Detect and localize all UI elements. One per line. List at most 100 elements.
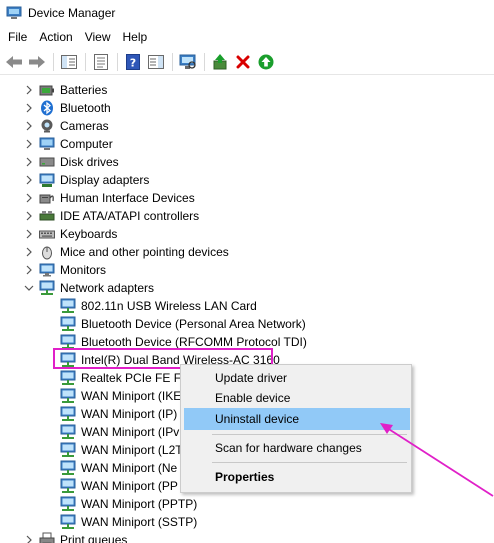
tree-item-label: WAN Miniport (IPv bbox=[81, 425, 180, 439]
title-bar: Device Manager bbox=[0, 0, 494, 25]
tree-device-wan-miniport-sstp[interactable]: WAN Miniport (SSTP) bbox=[60, 513, 197, 531]
tree-category-batteries[interactable]: Batteries bbox=[26, 81, 108, 99]
tree-device-802-11n-usb-wireless-lan-card[interactable]: 802.11n USB Wireless LAN Card bbox=[60, 297, 257, 315]
network-adapter-icon bbox=[60, 316, 76, 332]
network-adapter-icon bbox=[60, 478, 76, 494]
help-icon[interactable]: ? bbox=[122, 51, 144, 73]
chevron-right-icon[interactable] bbox=[24, 535, 34, 543]
chevron-right-icon[interactable] bbox=[24, 175, 34, 185]
tree-category-display-adapters[interactable]: Display adapters bbox=[26, 171, 150, 189]
tree-item-label: WAN Miniport (IP) bbox=[81, 407, 178, 421]
menu-help[interactable]: Help bbox=[117, 27, 154, 47]
tree-category-disk-drives[interactable]: Disk drives bbox=[26, 153, 119, 171]
tree-item-label: WAN Miniport (IKE bbox=[81, 389, 182, 403]
network-adapter-icon bbox=[60, 496, 76, 512]
tree-category-keyboards[interactable]: Keyboards bbox=[26, 225, 118, 243]
network-adapter-icon bbox=[60, 370, 76, 386]
chevron-right-icon[interactable] bbox=[24, 157, 34, 167]
tree-device-wan-miniport-l2t[interactable]: WAN Miniport (L2T bbox=[60, 441, 183, 459]
tree-category-cameras[interactable]: Cameras bbox=[26, 117, 109, 135]
chevron-right-icon[interactable] bbox=[24, 103, 34, 113]
menu-file[interactable]: File bbox=[2, 27, 33, 47]
tree-device-wan-miniport-ike[interactable]: WAN Miniport (IKE bbox=[60, 387, 181, 405]
camera-icon bbox=[39, 118, 55, 134]
context-menu-update-driver[interactable]: Update driver bbox=[184, 367, 410, 389]
properties-icon[interactable] bbox=[90, 51, 112, 73]
tree-device-wan-miniport-ipv[interactable]: WAN Miniport (IPv bbox=[60, 423, 179, 441]
tree-item-label: Batteries bbox=[60, 83, 108, 97]
tree-device-wan-miniport-pp[interactable]: WAN Miniport (PP bbox=[60, 477, 178, 495]
tree-category-computer[interactable]: Computer bbox=[26, 135, 113, 153]
chevron-right-icon[interactable] bbox=[24, 247, 34, 257]
tree-category-ide-ata-atapi-controllers[interactable]: IDE ATA/ATAPI controllers bbox=[26, 207, 200, 225]
tree-item-label: Network adapters bbox=[60, 281, 155, 295]
menu-bar: File Action View Help bbox=[0, 27, 494, 47]
tree-item-label: Display adapters bbox=[60, 173, 150, 187]
tree-item-label: WAN Miniport (PPTP) bbox=[81, 497, 198, 511]
tree-device-wan-miniport-ip[interactable]: WAN Miniport (IP) bbox=[60, 405, 177, 423]
tree-item-label: Keyboards bbox=[60, 227, 118, 241]
tree-category-bluetooth[interactable]: Bluetooth bbox=[26, 99, 111, 117]
annotation-arrow bbox=[380, 423, 494, 497]
tree-item-label: Realtek PCIe FE Far bbox=[81, 371, 192, 385]
network-adapter-icon bbox=[60, 298, 76, 314]
uninstall-device-icon[interactable] bbox=[232, 51, 254, 73]
tree-item-label: WAN Miniport (L2T bbox=[81, 443, 183, 457]
keyboard-icon bbox=[39, 226, 55, 242]
chevron-right-icon[interactable] bbox=[24, 85, 34, 95]
tree-category-mice-and-other-pointing-devices[interactable]: Mice and other pointing devices bbox=[26, 243, 229, 261]
chevron-right-icon[interactable] bbox=[24, 121, 34, 131]
tree-item-label: WAN Miniport (Ne bbox=[81, 461, 178, 475]
scan-hardware-changes-icon[interactable] bbox=[177, 51, 199, 73]
tree-item-label: Computer bbox=[60, 137, 113, 151]
tree-device-wan-miniport-ne[interactable]: WAN Miniport (Ne bbox=[60, 459, 177, 477]
toolbar: ? bbox=[0, 49, 494, 75]
network-adapter-icon bbox=[60, 406, 76, 422]
tree-item-label: 802.11n USB Wireless LAN Card bbox=[81, 299, 257, 313]
tree-category-network-adapters[interactable]: Network adapters bbox=[24, 279, 155, 297]
monitor-icon bbox=[39, 262, 55, 278]
window-title: Device Manager bbox=[28, 5, 116, 20]
svg-text:?: ? bbox=[130, 56, 136, 69]
network-adapter-icon bbox=[60, 442, 76, 458]
tree-item-label: Print queues bbox=[60, 533, 128, 543]
chevron-right-icon[interactable] bbox=[24, 211, 34, 221]
menu-action[interactable]: Action bbox=[33, 27, 78, 47]
chevron-right-icon[interactable] bbox=[24, 265, 34, 275]
tree-item-label: Mice and other pointing devices bbox=[60, 245, 229, 259]
tree-category-monitors[interactable]: Monitors bbox=[26, 261, 106, 279]
tree-category-human-interface-devices[interactable]: Human Interface Devices bbox=[26, 189, 195, 207]
computer-icon bbox=[39, 136, 55, 152]
device-manager-app-icon bbox=[6, 6, 22, 20]
ide-controller-icon bbox=[39, 208, 55, 224]
tree-item-label: Bluetooth bbox=[60, 101, 111, 115]
chevron-right-icon[interactable] bbox=[24, 229, 34, 239]
tree-item-label: Bluetooth Device (Personal Area Network) bbox=[81, 317, 306, 331]
tree-device-realtek-pcie-fe-far[interactable]: Realtek PCIe FE Far bbox=[60, 369, 192, 387]
network-adapter-icon bbox=[39, 280, 55, 296]
chevron-right-icon[interactable] bbox=[24, 139, 34, 149]
forward-icon[interactable] bbox=[26, 51, 48, 73]
tree-item-label: IDE ATA/ATAPI controllers bbox=[60, 209, 200, 223]
chevron-down-icon[interactable] bbox=[24, 283, 34, 293]
action-pane-icon[interactable] bbox=[145, 51, 167, 73]
update-driver-icon[interactable] bbox=[209, 51, 231, 73]
back-icon[interactable] bbox=[3, 51, 25, 73]
context-menu-enable-device[interactable]: Enable device bbox=[184, 387, 410, 409]
tree-item-label: WAN Miniport (PP bbox=[81, 479, 178, 493]
tree-device-bluetooth-device-personal-area-network[interactable]: Bluetooth Device (Personal Area Network) bbox=[60, 315, 306, 333]
network-adapter-icon bbox=[60, 514, 76, 530]
menu-view[interactable]: View bbox=[79, 27, 117, 47]
tree-category-print-queues[interactable]: Print queues bbox=[26, 531, 128, 543]
tree-device-wan-miniport-pptp[interactable]: WAN Miniport (PPTP) bbox=[60, 495, 197, 513]
tree-item-label: WAN Miniport (SSTP) bbox=[81, 515, 198, 529]
toolbar-separator bbox=[172, 52, 173, 71]
enable-device-icon[interactable] bbox=[255, 51, 277, 73]
hid-icon bbox=[39, 190, 55, 206]
network-adapter-icon bbox=[60, 388, 76, 404]
tree-item-label: Disk drives bbox=[60, 155, 119, 169]
show-hide-console-tree-icon[interactable] bbox=[58, 51, 80, 73]
printer-icon bbox=[39, 532, 55, 543]
tree-item-label: Cameras bbox=[60, 119, 109, 133]
chevron-right-icon[interactable] bbox=[24, 193, 34, 203]
